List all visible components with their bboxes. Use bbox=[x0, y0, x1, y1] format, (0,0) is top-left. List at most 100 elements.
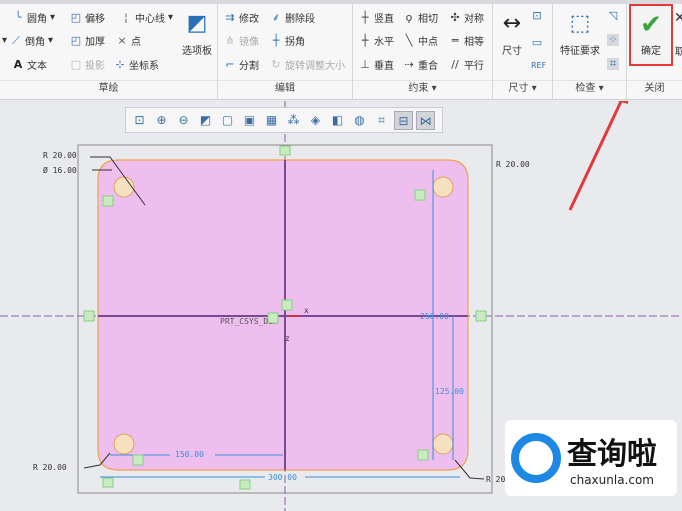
group-constrain: ┼ 竖直 ϙ 相切 ✣ 对称 ┼ 水平 ╲ 中点 ═ 相等 ⊥ 垂直 ⇢ 重合 // 平行 约束 … bbox=[353, 4, 493, 100]
dim-height[interactable]: 250.00 bbox=[420, 312, 449, 321]
modify-button[interactable]: ⇉ 修改 bbox=[224, 10, 259, 25]
dim-half-width[interactable]: 150.00 bbox=[175, 450, 204, 459]
ok-button[interactable]: ✔ 确定 bbox=[629, 4, 673, 66]
reference-button[interactable]: REF bbox=[531, 60, 546, 72]
symmetric-button[interactable]: ✣ 对称 bbox=[449, 10, 484, 25]
overlap-icon: ◹ bbox=[608, 9, 618, 22]
repaint-icon[interactable]: ◩ bbox=[196, 111, 215, 130]
horizontal-button[interactable]: ┼ 水平 bbox=[359, 33, 394, 48]
tangent-icon: ϙ bbox=[405, 10, 413, 24]
fillet-icon: ╰ bbox=[14, 10, 22, 24]
baseline-icon: ▭ bbox=[531, 36, 543, 49]
axis-x-label: x bbox=[304, 306, 309, 315]
fillet-button[interactable]: ╰ 圆角 ▾ bbox=[12, 10, 55, 25]
view-manager-icon[interactable]: ▦ bbox=[262, 111, 281, 130]
horizontal-label: 水平 bbox=[374, 37, 394, 48]
divide-button[interactable]: ⌐ 分割 bbox=[224, 57, 259, 72]
refit-icon[interactable]: ⊡ bbox=[130, 111, 149, 130]
offset-button[interactable]: ◰ 偏移 bbox=[70, 10, 105, 25]
horizontal-icon: ┼ bbox=[361, 33, 369, 47]
parallel-icon: // bbox=[451, 57, 459, 71]
constraint-display-icon[interactable]: ⋈ bbox=[416, 110, 435, 130]
text-icon: A bbox=[13, 57, 23, 71]
dim-diameter[interactable]: Ø 16.00 bbox=[43, 165, 77, 175]
delete-segment-label: 删除段 bbox=[285, 14, 315, 25]
ribbon: ╰ 圆角 ▾ ▾ ⟋ 倒角 ▾ A 文本 ◰ 偏移 ◰ 加厚 □ 投影 ¦ 中心线 ▾ × 点 ⊹… bbox=[0, 0, 682, 100]
tangent-label: 相切 bbox=[418, 14, 438, 25]
delete-segment-button[interactable]: ⸙ 删除段 bbox=[270, 10, 315, 25]
overlap-toggle[interactable]: ◹ bbox=[607, 10, 619, 22]
graphics-toolbar: ⊡ ⊕ ⊖ ◩ ▢ ▣ ▦ ⁂ ◈ ◧ ◍ ⌗ ⊟ ⋈ bbox=[125, 107, 443, 133]
csys-button[interactable]: ⊹ 坐标系 bbox=[114, 57, 159, 72]
watermark-logo bbox=[511, 433, 561, 483]
centerline-label: 中心线 bbox=[135, 14, 165, 25]
feature-requirements-label: 特征要求 bbox=[560, 46, 600, 57]
equal-label: 相等 bbox=[464, 37, 484, 48]
group-label-close: 关闭 bbox=[627, 80, 682, 96]
midpoint-button[interactable]: ╲ 中点 bbox=[403, 33, 438, 48]
parallel-button[interactable]: // 平行 bbox=[449, 57, 484, 72]
rotate-icon: ↻ bbox=[271, 57, 281, 71]
watermark-url: chaxunla.com bbox=[570, 473, 654, 487]
symmetric-label: 对称 bbox=[464, 14, 484, 25]
dim-radius-bottom-left[interactable]: R 20.00 bbox=[33, 463, 67, 472]
perimeter-button[interactable]: ⊡ bbox=[531, 10, 543, 22]
cancel-label: 取 bbox=[674, 47, 682, 58]
spin-center-icon[interactable]: ◧ bbox=[328, 111, 347, 130]
perpendicular-button[interactable]: ⊥ 垂直 bbox=[359, 57, 394, 72]
zoom-out-icon[interactable]: ⊖ bbox=[174, 111, 193, 130]
dimension-button[interactable]: ↔ 尺寸 bbox=[495, 10, 529, 57]
annotation-icon[interactable]: ◈ bbox=[306, 111, 325, 130]
cancel-button[interactable]: ✕ 取 bbox=[674, 10, 682, 58]
coincident-button[interactable]: ⇢ 重合 bbox=[403, 57, 438, 72]
chamfer-button[interactable]: ▾ ⟋ 倒角 ▾ bbox=[2, 33, 53, 48]
project-button[interactable]: □ 投影 bbox=[70, 57, 105, 72]
thicken-button[interactable]: ◰ 加厚 bbox=[70, 33, 105, 48]
equal-button[interactable]: ═ 相等 bbox=[449, 33, 484, 48]
point-button[interactable]: × 点 bbox=[116, 33, 141, 48]
midpoint-label: 中点 bbox=[418, 37, 438, 48]
datum-display-icon[interactable]: ⁂ bbox=[284, 111, 303, 130]
group-inspect: ⬚ 特征要求 ◹ ⁘ ⌗ 检查 ▾ bbox=[553, 4, 627, 100]
hole-tr bbox=[432, 176, 454, 198]
saved-views-icon[interactable]: ▣ bbox=[240, 111, 259, 130]
mirror-button[interactable]: ⋔ 镜像 bbox=[224, 33, 259, 48]
csys-icon: ⊹ bbox=[115, 57, 125, 71]
text-label: 文本 bbox=[27, 61, 47, 72]
dim-half-height[interactable]: 125.00 bbox=[435, 387, 464, 396]
csys-label: 坐标系 bbox=[129, 61, 159, 72]
dim-radius-top-right[interactable]: R 20.00 bbox=[496, 160, 530, 169]
text-button[interactable]: A 文本 bbox=[12, 57, 47, 72]
symmetric-icon: ✣ bbox=[450, 10, 460, 24]
baseline-button[interactable]: ▭ bbox=[531, 37, 543, 49]
modify-label: 修改 bbox=[239, 14, 259, 25]
sketcher-display-icon[interactable]: ⌗ bbox=[372, 111, 391, 130]
feature-requirements-button[interactable]: ⬚ 特征要求 bbox=[555, 10, 605, 57]
corner-button[interactable]: ┼ 拐角 bbox=[270, 33, 305, 48]
corner-label: 拐角 bbox=[285, 37, 305, 48]
shade-closed-icon: ⌗ bbox=[609, 57, 617, 70]
zoom-in-icon[interactable]: ⊕ bbox=[152, 111, 171, 130]
display-style-icon[interactable]: ▢ bbox=[218, 111, 237, 130]
feature-requirements-icon: ⬚ bbox=[569, 11, 591, 36]
corner-icon: ┼ bbox=[272, 33, 280, 47]
tangent-button[interactable]: ϙ 相切 bbox=[403, 10, 438, 25]
rotate-resize-label: 旋转调整大小 bbox=[285, 61, 345, 72]
rotate-resize-button[interactable]: ↻ 旋转调整大小 bbox=[270, 57, 345, 72]
shade-closed-toggle[interactable]: ⌗ bbox=[607, 58, 619, 70]
dim-width[interactable]: 300.00 bbox=[268, 473, 297, 482]
open-ends-toggle[interactable]: ⁘ bbox=[607, 34, 619, 46]
delete-segment-icon: ⸙ bbox=[271, 10, 281, 24]
dim-display-icon[interactable]: ⊟ bbox=[394, 110, 413, 130]
thicken-icon: ◰ bbox=[70, 33, 82, 47]
sketch-view-icon[interactable]: ◍ bbox=[350, 111, 369, 130]
point-label: 点 bbox=[131, 37, 141, 48]
divide-label: 分割 bbox=[239, 61, 259, 72]
palette-button[interactable]: ◩ 选项板 bbox=[178, 10, 216, 57]
dim-radius-top-left[interactable]: R 20.00 bbox=[43, 151, 77, 160]
group-dimension: ↔ 尺寸 ⊡ ▭ REF 尺寸 ▾ bbox=[493, 4, 553, 100]
centerline-button[interactable]: ¦ 中心线 ▾ bbox=[120, 10, 173, 25]
vertical-button[interactable]: ┼ 竖直 bbox=[359, 10, 394, 25]
divide-icon: ⌐ bbox=[225, 57, 235, 71]
vertical-label: 竖直 bbox=[374, 14, 394, 25]
